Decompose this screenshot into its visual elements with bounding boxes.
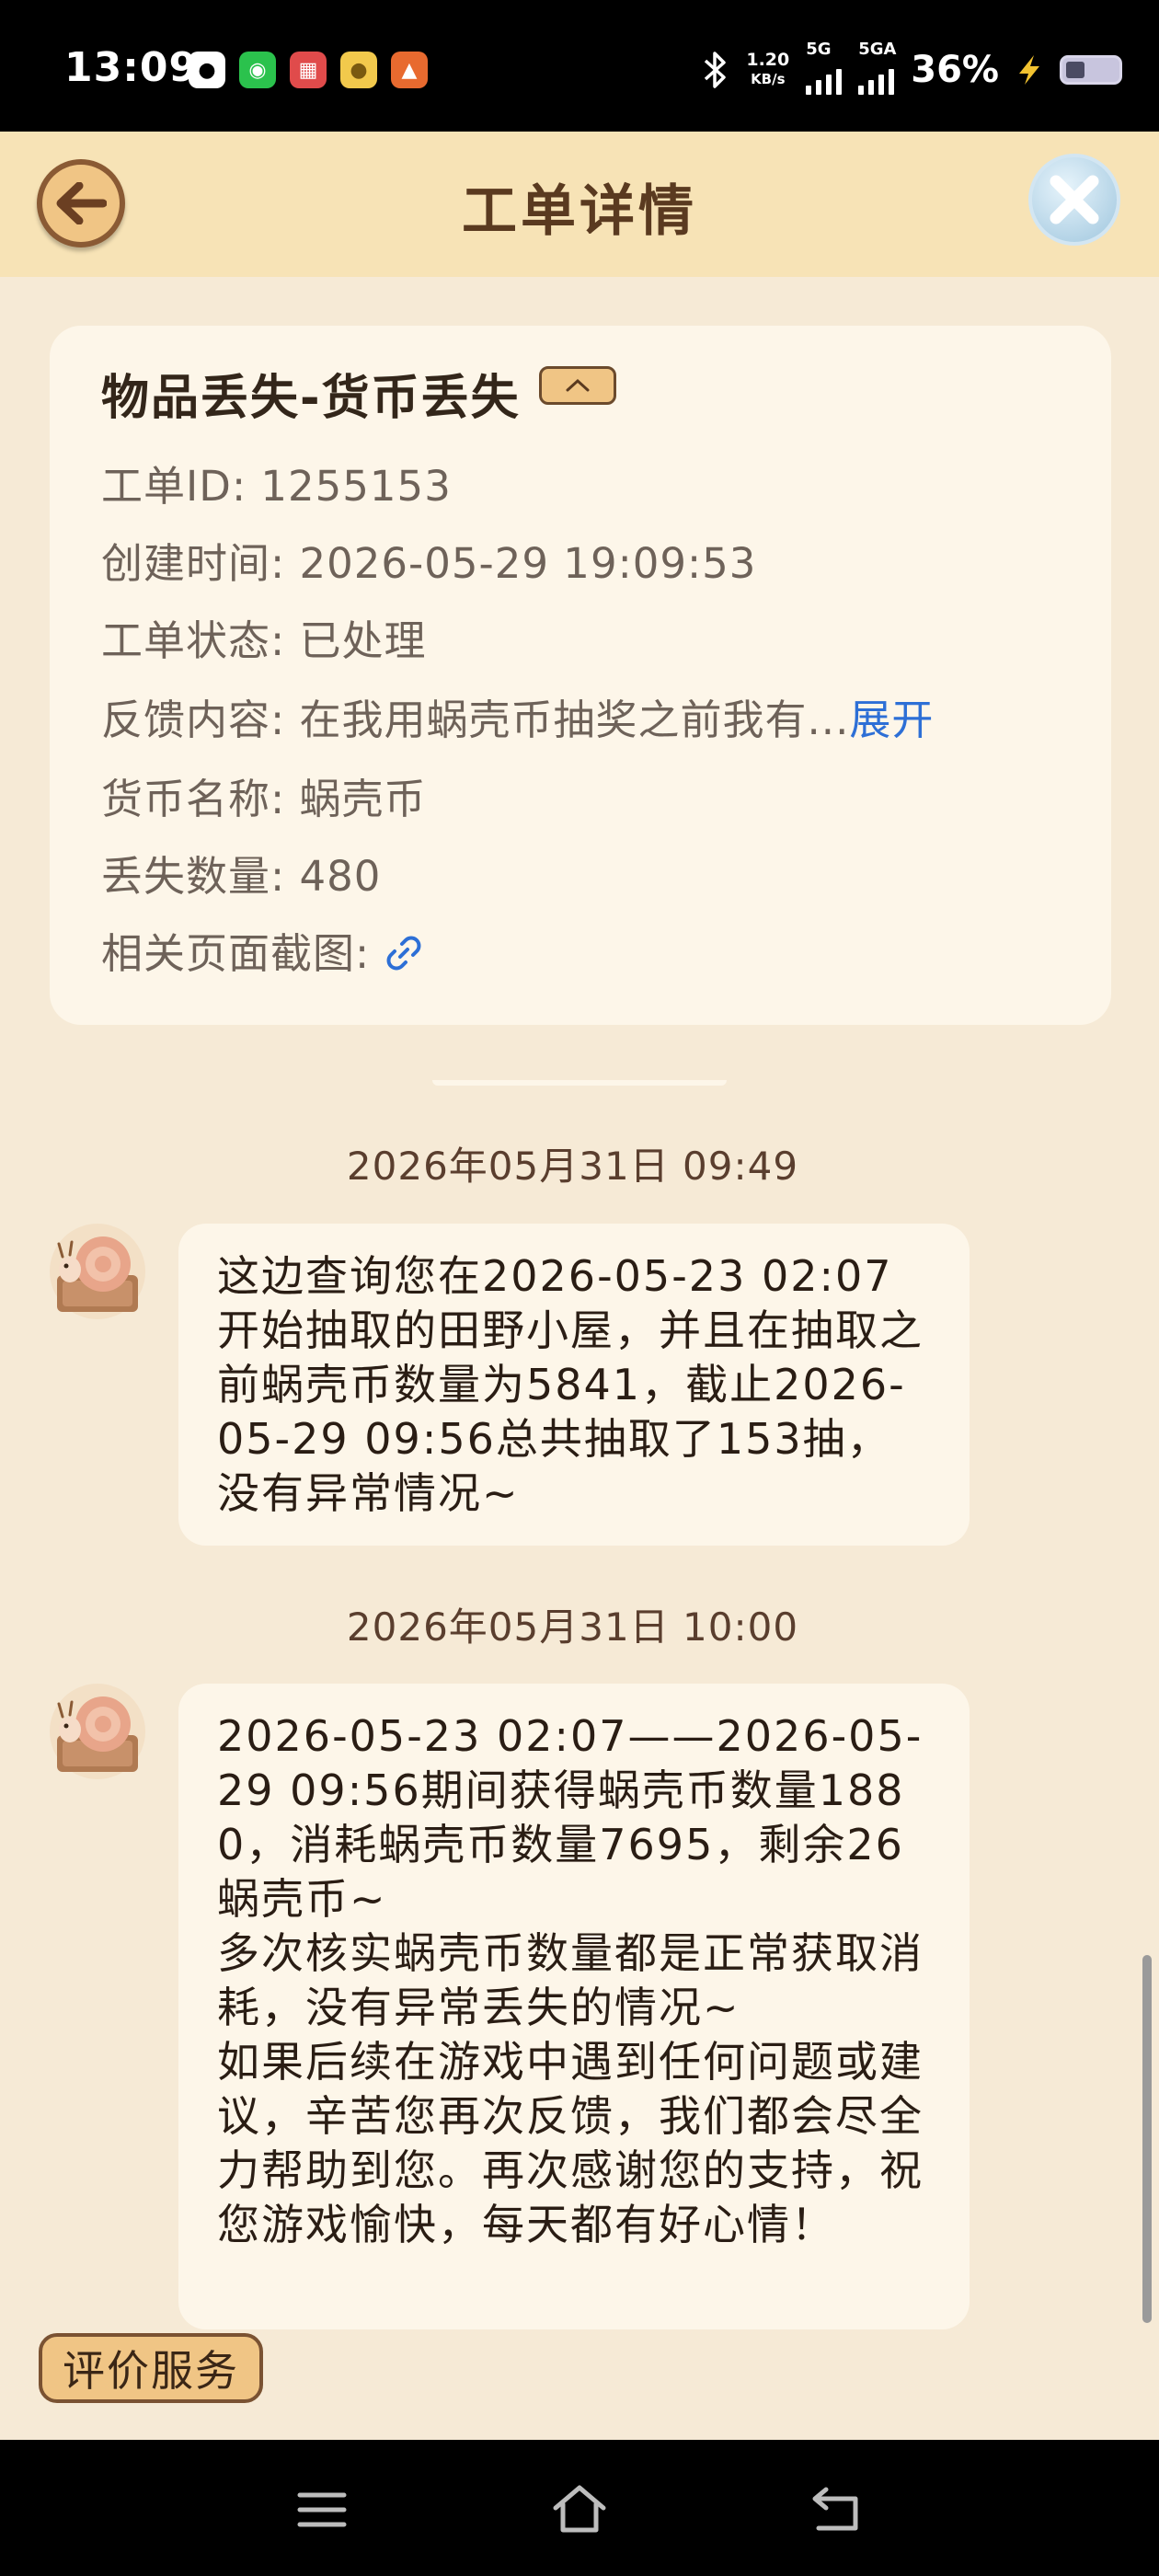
message-timestamp: 2026年05月31日 10:00	[346, 1604, 799, 1650]
status-time: 13:09	[64, 44, 199, 91]
battery-icon	[1060, 55, 1122, 85]
message-timestamp: 2026年05月31日 09:49	[346, 1144, 799, 1189]
ticket-id-row: 工单ID: 1255153	[101, 462, 452, 511]
menu-icon[interactable]	[293, 2480, 351, 2539]
notification-icons: ● ◉ ▦ ● ▲	[189, 52, 428, 88]
chevron-up-icon	[566, 378, 590, 392]
message-bubble: 2026-05-23 02:07——2026-05-29 09:56期间获得蜗壳…	[178, 1684, 970, 2329]
feedback-content-row: 反馈内容: 在我用蜗壳币抽奖之前我有...展开	[101, 696, 935, 744]
status-indicators: 1.20 KB/s 5G 5GA 36%	[702, 40, 1122, 96]
battery-percent: 36%	[911, 49, 999, 91]
currency-name-row: 货币名称: 蜗壳币	[101, 775, 427, 823]
game-app-icon: ▦	[290, 52, 327, 88]
lost-amount-row: 丢失数量: 480	[101, 852, 382, 901]
message-text: 2026-05-23 02:07——2026-05-29 09:56期间获得蜗壳…	[217, 1711, 924, 2249]
created-time-row: 创建时间: 2026-05-29 19:09:53	[101, 539, 757, 588]
page-title: 工单详情	[462, 179, 697, 244]
qq-icon: ●	[189, 52, 225, 88]
expand-link[interactable]: 展开	[849, 696, 934, 744]
charging-icon	[1019, 55, 1039, 85]
ticket-status-row: 工单状态: 已处理	[101, 616, 427, 665]
message-bubble: 这边查询您在2026-05-23 02:07开始抽取的田野小屋，并且在抽取之前蜗…	[178, 1224, 970, 1546]
screenshot-row: 相关页面截图:	[101, 920, 424, 980]
collapse-button[interactable]	[539, 366, 616, 405]
battery-fill	[1066, 62, 1084, 78]
close-button[interactable]	[1028, 154, 1120, 246]
message-text: 这边查询您在2026-05-23 02:07开始抽取的田野小屋，并且在抽取之前蜗…	[217, 1251, 924, 1518]
network-speed: 1.20 KB/s	[746, 50, 790, 88]
avatar	[50, 1684, 145, 1779]
previous-message-edge	[432, 1080, 727, 1086]
close-icon	[1050, 175, 1099, 224]
ticket-category: 物品丢失-货币丢失	[101, 371, 521, 426]
signal-5g-icon: 5G	[806, 40, 843, 95]
snail-avatar-icon	[57, 1696, 138, 1772]
ticket-info-card: 物品丢失-货币丢失 工单ID: 1255153 创建时间: 2026-05-29…	[50, 326, 1111, 1025]
rate-service-button[interactable]: 评价服务	[39, 2333, 263, 2403]
bluetooth-icon	[705, 52, 727, 88]
basket-app-icon: ▲	[391, 52, 428, 88]
wechat-icon: ◉	[239, 52, 276, 88]
status-bar: 13:09 ● ◉ ▦ ● ▲ 1.20 KB/s 5G 5GA 36%	[0, 0, 1159, 132]
system-nav-bar	[0, 2440, 1159, 2576]
avatar	[50, 1224, 145, 1319]
scrollbar[interactable]	[1142, 1955, 1152, 2323]
gourd-app-icon: ●	[340, 52, 377, 88]
page-header: 工单详情	[0, 132, 1159, 277]
signal-5ga-icon: 5GA	[858, 40, 896, 95]
link-icon[interactable]	[384, 933, 424, 973]
back-nav-icon[interactable]	[808, 2480, 866, 2539]
home-icon[interactable]	[550, 2480, 609, 2539]
snail-avatar-icon	[57, 1236, 138, 1312]
